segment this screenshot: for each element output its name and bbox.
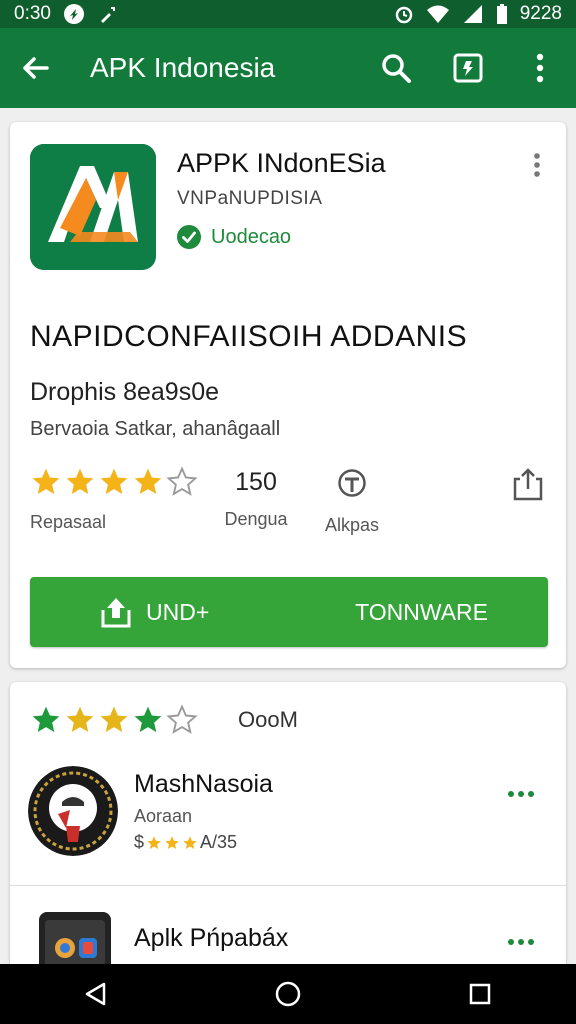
star-filled-icon <box>32 468 60 494</box>
alarm-icon <box>394 4 414 24</box>
review-summary-stars <box>30 704 198 736</box>
signal-icon <box>462 4 484 24</box>
avatar <box>28 766 118 856</box>
wifi-icon <box>426 4 450 24</box>
download-stat: 150 Dengua <box>218 468 294 530</box>
more-horiz-dot <box>518 939 524 945</box>
avatar-image <box>28 766 118 856</box>
nav-home-button[interactable] <box>258 964 318 1024</box>
install-button[interactable]: UND+ TONNWARE <box>30 577 548 647</box>
star-filled-icon <box>100 468 128 494</box>
reviewer-subtitle: Aoraan <box>134 806 193 826</box>
review-more-button[interactable] <box>508 936 538 948</box>
verified-badge: Uodecao <box>177 225 291 249</box>
star-filled-icon <box>183 835 197 849</box>
reviews-card: OooM MashNasoia Aoraan $ A/35 Aplk Pńpab… <box>10 682 566 990</box>
rating-stat: Repasaal <box>30 466 198 533</box>
app-bar-title: APK Indonesia <box>90 52 276 83</box>
navigation-bar <box>0 964 576 1024</box>
upload-icon <box>101 598 131 628</box>
content-rating-label: Alkpas <box>324 515 380 535</box>
rating-label: Repasaal <box>30 512 107 532</box>
content-rating-icon <box>338 469 366 497</box>
review-summary: OooM <box>30 704 298 736</box>
review-count: OooM <box>238 707 298 732</box>
star-empty-icon <box>166 466 198 496</box>
reviewer-name: Aplk Pńpabáx <box>134 924 289 952</box>
star-filled-icon <box>134 706 162 732</box>
check-circle-icon <box>177 225 201 249</box>
nav-back-button[interactable] <box>66 964 126 1024</box>
verified-label: Uodecao <box>211 225 292 248</box>
share-icon <box>513 468 543 501</box>
more-options-button[interactable] <box>504 28 576 108</box>
status-clock: 9228 <box>519 3 562 24</box>
more-vert-icon <box>536 53 544 83</box>
app-name: APPK INdonESia <box>177 148 386 178</box>
download-count: 150 <box>235 468 277 496</box>
more-horiz-icon <box>508 791 514 797</box>
app-bar: APK Indonesia <box>0 28 576 108</box>
battery-icon <box>496 4 508 24</box>
nav-recents-button[interactable] <box>450 964 510 1024</box>
status-time: 0:30 <box>14 3 51 24</box>
star-filled-icon <box>165 835 179 849</box>
download-label: Dengua <box>224 509 288 529</box>
reviewer-name: MashNasoia <box>134 770 273 798</box>
notification-icon <box>63 3 85 25</box>
bookmark-icon <box>453 53 483 83</box>
back-button[interactable] <box>0 28 70 108</box>
app-logo-icon <box>30 144 156 270</box>
app-meta: Bervaoia Satkar, ahanâgaall <box>30 418 281 440</box>
star-filled-icon <box>32 706 60 732</box>
more-horiz-dot <box>518 791 524 797</box>
more-horiz-dot <box>528 939 534 945</box>
star-filled-icon <box>66 468 94 494</box>
search-button[interactable] <box>360 28 432 108</box>
more-horiz-dot <box>528 791 534 797</box>
back-arrow-icon <box>23 57 49 79</box>
list-item[interactable]: MashNasoia Aoraan $ A/35 <box>10 760 566 870</box>
search-icon <box>382 54 411 83</box>
star-filled-icon <box>147 835 161 849</box>
home-circle-icon <box>275 981 301 1007</box>
install-label: UND+ <box>146 598 210 625</box>
tool-icon <box>97 3 119 25</box>
status-bar: 0:30 9228 <box>0 0 576 28</box>
rating-stars <box>30 466 198 498</box>
star-filled-icon <box>100 706 128 732</box>
app-headline: NAPIDCONFAIISOIH ADDANIS <box>30 320 468 353</box>
reviewer-rating-line: $ A/35 <box>134 832 237 853</box>
more-horiz-icon <box>508 939 514 945</box>
star-empty-icon <box>166 704 198 734</box>
card-more-button[interactable] <box>530 152 544 178</box>
reviewer-rating-suffix: A/35 <box>200 832 238 852</box>
bookmark-button[interactable] <box>432 28 504 108</box>
back-triangle-icon <box>85 982 106 1006</box>
recents-square-icon <box>469 983 491 1005</box>
install-secondary-label: TONNWARE <box>355 598 488 625</box>
app-subline: Drophis 8ea9s0e <box>30 378 220 406</box>
share-button[interactable] <box>510 467 546 503</box>
star-filled-icon <box>66 706 94 732</box>
review-more-button[interactable] <box>508 788 538 800</box>
star-filled-icon <box>134 468 162 494</box>
content-rating-stat: Alkpas <box>310 468 394 536</box>
app-icon[interactable] <box>30 144 156 270</box>
developer-name[interactable]: VNPaNUPDISIA <box>177 188 322 210</box>
more-vert-icon <box>534 153 540 177</box>
reviewer-price: $ <box>134 832 145 852</box>
app-details-card: APPK INdonESia VNPaNUPDISIA Uodecao NAPI… <box>10 122 566 668</box>
